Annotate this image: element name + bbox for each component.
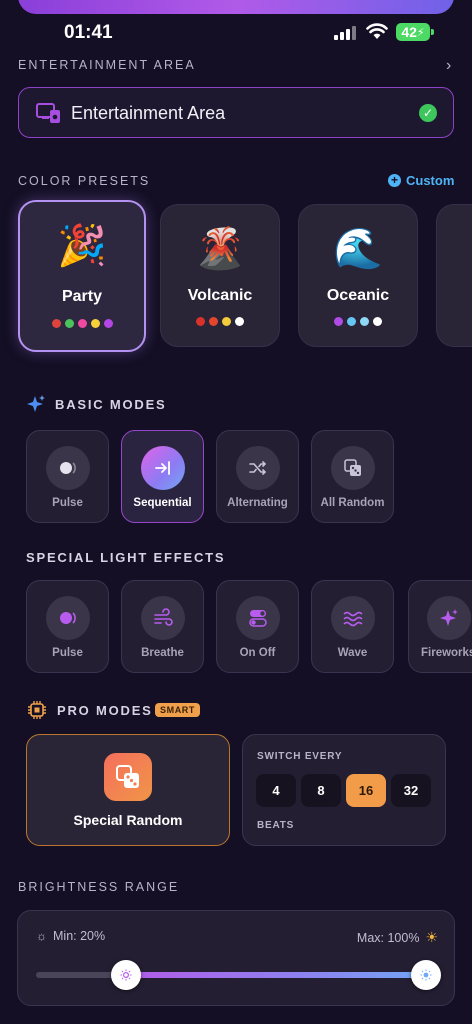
dice-icon — [331, 446, 375, 490]
preset-color-dots — [20, 319, 144, 328]
cellular-signal-icon — [334, 26, 356, 40]
preset-card-oceanic[interactable]: 🌊 Oceanic — [298, 204, 418, 347]
sparkles-icon — [27, 395, 45, 412]
brightness-min-readout: ☼ Min: 20% — [36, 929, 105, 943]
entertainment-section-label: ENTERTAINMENT AREA — [18, 58, 196, 72]
preset-name: Volcanic — [187, 287, 253, 304]
toggle-icon — [236, 596, 280, 640]
brightness-max-handle[interactable] — [411, 960, 441, 990]
party-popper-icon: 🎉 — [57, 224, 107, 268]
status-bar: 01:41 42 ⚡ — [0, 20, 472, 46]
mode-label: Alternating — [227, 497, 288, 509]
switch-every-card: SWITCH EVERY 4 8 16 32 BEATS — [242, 734, 446, 846]
tv-speaker-icon — [36, 103, 60, 123]
effect-label: On Off — [239, 647, 276, 659]
volcano-icon: 🌋 — [195, 227, 245, 271]
brightness-section-label: BRIGHTNESS RANGE — [18, 880, 180, 894]
sparkle-icon — [427, 596, 471, 640]
brightness-card: ☼ Min: 20% Max: 100% ☀ — [17, 910, 455, 1006]
mode-label: Sequential — [133, 497, 192, 509]
preset-color-dots — [161, 317, 279, 326]
top-gradient-banner — [18, 0, 454, 14]
brightness-min-handle[interactable] — [111, 960, 141, 990]
sun-dim-icon: ☼ — [36, 929, 47, 943]
beat-option-4[interactable]: 4 — [256, 774, 296, 807]
custom-preset-button[interactable]: + Custom — [388, 173, 454, 188]
plus-icon: + — [388, 174, 401, 187]
beat-option-8[interactable]: 8 — [301, 774, 341, 807]
chip-icon — [28, 701, 46, 719]
beat-option-16[interactable]: 16 — [346, 774, 386, 807]
color-presets-section-label: COLOR PRESETS — [18, 174, 151, 188]
preset-card-party[interactable]: 🎉 Party — [18, 200, 146, 352]
effect-label: Breathe — [141, 647, 184, 659]
pro-modes-section-label: PRO MODES — [57, 703, 153, 718]
status-time: 01:41 — [64, 22, 113, 43]
entertainment-area-selector[interactable]: Entertainment Area ✓ — [18, 87, 454, 138]
effect-fireworks[interactable]: Fireworks — [408, 580, 472, 673]
preset-name: Oceanic — [326, 287, 390, 304]
wave-icon — [331, 596, 375, 640]
effect-label: Wave — [337, 647, 368, 659]
basic-mode-sequential[interactable]: Sequential — [121, 430, 204, 523]
beats-label: BEATS — [257, 820, 295, 831]
battery-level: 42 — [401, 24, 417, 40]
chevron-right-icon[interactable]: › — [446, 57, 451, 75]
preset-card-partial[interactable] — [436, 204, 472, 347]
pulse-icon — [46, 596, 90, 640]
brightness-min-label: Min: 20% — [53, 929, 106, 943]
brightness-max-label: Max: 100% — [356, 930, 420, 945]
effect-pulse[interactable]: Pulse — [26, 580, 109, 673]
sequential-icon — [141, 446, 185, 490]
brightness-max-readout: Max: 100% ☀ — [357, 929, 438, 946]
sun-small-icon — [120, 969, 132, 981]
special-effects-section-label: SPECIAL LIGHT EFFECTS — [26, 550, 226, 565]
sun-small-icon — [420, 969, 432, 981]
checkmark-icon: ✓ — [419, 104, 437, 122]
battery-indicator: 42 ⚡ — [396, 23, 434, 41]
pulse-icon — [46, 446, 90, 490]
preset-name: Party — [61, 288, 103, 305]
basic-mode-all-random[interactable]: All Random — [311, 430, 394, 523]
basic-modes-section-label: BASIC MODES — [55, 397, 167, 412]
effect-wave[interactable]: Wave — [311, 580, 394, 673]
dice-icon — [104, 753, 152, 801]
basic-mode-alternating[interactable]: Alternating — [216, 430, 299, 523]
custom-preset-label: Custom — [406, 173, 455, 188]
effect-breathe[interactable]: Breathe — [121, 580, 204, 673]
charging-bolt-icon: ⚡ — [416, 26, 425, 39]
beat-option-32[interactable]: 32 — [391, 774, 431, 807]
brightness-slider-fill — [126, 972, 438, 978]
mode-label: Pulse — [52, 497, 83, 509]
brightness-slider-track[interactable] — [36, 960, 441, 990]
smart-badge: SMART — [155, 703, 200, 717]
effect-label: Pulse — [52, 647, 83, 659]
preset-card-volcanic[interactable]: 🌋 Volcanic — [160, 204, 280, 347]
basic-mode-pulse[interactable]: Pulse — [26, 430, 109, 523]
effect-label: Fireworks — [421, 647, 472, 659]
mode-label: All Random — [320, 497, 385, 509]
wind-icon — [141, 596, 185, 640]
shuffle-icon — [236, 446, 280, 490]
preset-color-dots — [299, 317, 417, 326]
wave-emoji-icon: 🌊 — [333, 227, 383, 271]
effect-on-off[interactable]: On Off — [216, 580, 299, 673]
sun-bright-icon: ☀ — [425, 929, 438, 945]
special-random-card[interactable]: Special Random — [26, 734, 230, 846]
wifi-icon — [366, 23, 388, 39]
entertainment-area-name: Entertainment Area — [71, 103, 226, 123]
switch-every-title: SWITCH EVERY — [257, 751, 343, 762]
special-random-label: Special Random — [73, 812, 183, 828]
